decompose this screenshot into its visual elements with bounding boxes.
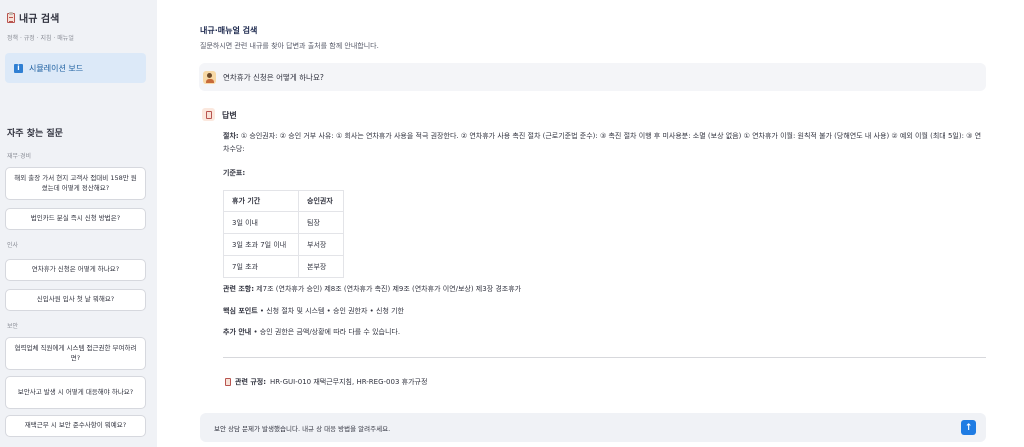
sidebar-title-text: 내규 검색: [19, 14, 60, 25]
procedure-label: 절차:: [223, 132, 239, 140]
sidebar: 내규 검색 정책 · 규정 · 지침 · 매뉴얼 i 시뮬레이션 보드 자주 찾…: [0, 0, 157, 447]
table-cell: 본부장: [298, 255, 344, 278]
simulation-board-label: 시뮬레이션 보드: [29, 63, 84, 73]
related-articles-label: 관련 조항:: [223, 285, 254, 293]
table-cell: 팀장: [298, 211, 344, 234]
chat-input[interactable]: 보안 상담 문제가 발생했습니다. 내규 상 대응 방법을 알려주세요. ↑: [200, 413, 986, 442]
additional-info-paragraph: 추가 안내 • 승인 권한은 금액/상황에 따라 다를 수 있습니다.: [223, 326, 400, 339]
chat-input-text[interactable]: 보안 상담 문제가 발생했습니다. 내규 상 대응 방법을 알려주세요.: [214, 423, 390, 433]
key-points-label: 핵심 포인트: [223, 307, 258, 315]
additional-info-text: • 승인 권한은 금액/상황에 따라 다를 수 있습니다.: [253, 328, 401, 336]
related-rules-label: 관련 규정:: [235, 378, 266, 386]
page-title: 내규·매뉴얼 검색: [200, 26, 258, 35]
send-button[interactable]: ↑: [961, 420, 976, 435]
answer-heading: 답변: [222, 111, 237, 120]
clipboard-icon: [225, 378, 231, 386]
table-header: 승인권자: [298, 190, 344, 212]
table-cell: 3일 이내: [223, 211, 299, 234]
criteria-label: 기준표:: [223, 169, 246, 177]
approval-table: 휴가 기간 승인권자 3일 이내 팀장 3일 초과 7일 이내 부서장 7일 초…: [223, 190, 344, 278]
user-avatar-icon: [203, 70, 216, 84]
table-cell: 7일 초과: [223, 255, 299, 278]
user-question: 연차휴가 신청은 어떻게 하나요?: [223, 72, 324, 82]
faq-button-security-incident[interactable]: 보안사고 발생 시 어떻게 대응해야 하나요?: [5, 376, 146, 409]
faq-button-annual-leave[interactable]: 연차휴가 신청은 어떻게 하나요?: [5, 259, 146, 281]
faq-button-corporate-card[interactable]: 법인카드 분실 즉시 신청 방법은?: [5, 208, 146, 230]
faq-button-remote-work[interactable]: 재택근무 시 보안 준수사항이 뭐예요?: [5, 415, 146, 437]
page-subtitle: 질문하시면 관련 내규를 찾아 답변과 출처를 함께 안내합니다.: [200, 42, 379, 50]
divider: [223, 357, 986, 358]
clipboard-icon: [205, 110, 212, 119]
table-header-row: 휴가 기간 승인권자: [223, 190, 344, 212]
related-rules-text: HR-GUI-010 재택근무지침, HR-REG-003 휴가규정: [270, 378, 428, 386]
criteria-paragraph: 기준표:: [223, 167, 245, 180]
category-hr: 인사: [7, 242, 19, 249]
arrow-up-icon: ↑: [964, 422, 973, 433]
simulation-board-link[interactable]: i 시뮬레이션 보드: [5, 53, 146, 83]
table-row: 7일 초과 본부장: [223, 255, 344, 278]
table-row: 3일 초과 7일 이내 부서장: [223, 233, 344, 256]
key-points-text: • 신청 절차 및 시스템 • 승인 권한자 • 신청 기한: [259, 307, 404, 315]
clipboard-icon: [7, 11, 15, 23]
faq-button-overseas-expense[interactable]: 해외 출장 가서 현지 고객사 접대비 158만 원 썼는데 어떻게 정산해요?: [5, 167, 146, 200]
faq-button-new-hire[interactable]: 신입사원 입사 첫 날 뭐해요?: [5, 289, 146, 311]
assistant-avatar-icon: [202, 108, 215, 121]
faq-title: 자주 찾는 질문: [7, 129, 63, 139]
faq-button-vendor-access[interactable]: 협력업체 직원에게 시스템 접근권한 부여하려면?: [5, 337, 146, 370]
user-message: 연차휴가 신청은 어떻게 하나요?: [199, 63, 986, 91]
category-finance: 재무·경비: [7, 153, 31, 160]
related-articles-paragraph: 관련 조항: 제7조 (연차휴가 승인) 제8조 (연차휴가 촉진) 제9조 (…: [223, 283, 521, 296]
related-articles-text: 제7조 (연차휴가 승인) 제8조 (연차휴가 촉진) 제9조 (연차휴가 이연…: [256, 285, 522, 293]
main-content: 내규·매뉴얼 검색 질문하시면 관련 내규를 찾아 답변과 출처를 함께 안내합…: [157, 0, 1024, 447]
sidebar-subtitle: 정책 · 규정 · 지침 · 매뉴얼: [7, 35, 74, 42]
key-points-paragraph: 핵심 포인트 • 신청 절차 및 시스템 • 승인 권한자 • 신청 기한: [223, 305, 404, 318]
table-cell: 부서장: [298, 233, 344, 256]
related-rules: 관련 규정: HR-GUI-010 재택근무지침, HR-REG-003 휴가규…: [225, 377, 427, 387]
table-row: 3일 이내 팀장: [223, 211, 344, 234]
procedure-text: ① 승인권자: ② 승인 거부 사유: ① 회사는 연차휴가 사용을 적극 권장…: [223, 132, 982, 153]
table-cell: 3일 초과 7일 이내: [223, 233, 299, 256]
additional-info-label: 추가 안내: [223, 328, 252, 336]
info-icon: i: [14, 63, 23, 73]
table-header: 휴가 기간: [223, 190, 299, 212]
category-security: 보안: [7, 323, 19, 330]
sidebar-title: 내규 검색: [7, 10, 59, 25]
procedure-paragraph: 절차: ① 승인권자: ② 승인 거부 사유: ① 회사는 연차휴가 사용을 적…: [223, 130, 985, 156]
